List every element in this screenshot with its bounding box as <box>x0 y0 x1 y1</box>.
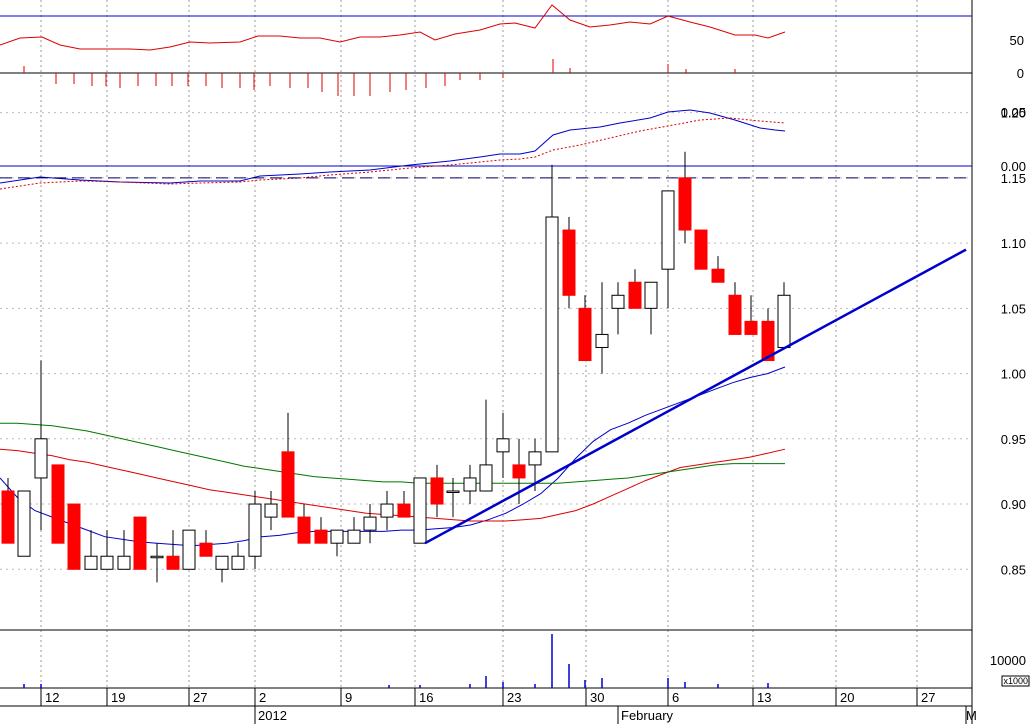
month-label: February <box>621 708 674 723</box>
candle-down <box>297 516 311 544</box>
candle-up <box>661 190 675 270</box>
candle-up <box>644 281 658 309</box>
candle-up <box>182 529 196 570</box>
price-tick-label: 1.10 <box>1001 236 1026 251</box>
x-tick-label: 13 <box>757 690 771 705</box>
candle-up <box>231 555 245 570</box>
candle-down <box>562 229 576 296</box>
price-tick-label: 0.95 <box>1001 432 1026 447</box>
x-tick-label: 30 <box>590 690 604 705</box>
moving-average-line <box>0 422 785 484</box>
x-tick-label: 23 <box>507 690 521 705</box>
candle-up <box>117 555 131 570</box>
candle-up <box>215 555 229 570</box>
price-tick-label: 0.90 <box>1001 497 1026 512</box>
candle-up <box>496 438 510 453</box>
candle-up <box>84 555 98 570</box>
x-tick-label: 2 <box>259 690 266 705</box>
candle-up <box>446 490 460 493</box>
candle-up <box>330 529 344 544</box>
oscillator-line <box>0 4 786 51</box>
candle-up <box>777 294 791 348</box>
candle-down <box>1 490 15 544</box>
candle-down <box>628 281 642 309</box>
candle-up <box>264 503 278 518</box>
candle-down <box>166 555 180 570</box>
price-tick-label: 0.85 <box>1001 562 1026 577</box>
candle-up <box>413 477 427 544</box>
grid-lines <box>0 0 972 706</box>
candle-up <box>347 529 361 544</box>
candle-down <box>430 477 444 505</box>
price-tick-label: 1.15 <box>1001 171 1026 186</box>
candle-down <box>281 451 295 518</box>
candle-down <box>314 529 328 544</box>
candle-up <box>100 555 114 570</box>
candle-down <box>694 229 708 270</box>
candle-down <box>512 464 526 479</box>
candle-down <box>397 503 411 518</box>
x-tick-label: 16 <box>419 690 433 705</box>
candle-up <box>17 490 31 557</box>
candle-down <box>678 177 692 231</box>
candle-up <box>595 333 609 348</box>
candle-down <box>578 307 592 362</box>
oscillator-tick-label: 0 <box>1017 66 1024 81</box>
month-label: 2012 <box>258 708 287 723</box>
candle-up <box>545 216 559 453</box>
x-tick-label: 9 <box>345 690 352 705</box>
candle-down <box>133 516 147 570</box>
candle-up <box>34 438 48 479</box>
candle-up <box>248 503 262 557</box>
x-tick-label: 27 <box>921 690 935 705</box>
candle-down <box>199 542 213 557</box>
candle-down <box>728 294 742 335</box>
price-tick-label: 1.20 <box>1001 106 1026 121</box>
month-label-edge: M <box>966 708 977 723</box>
candle-up <box>479 464 493 492</box>
volume-tick-label: 10000 <box>990 653 1026 668</box>
volume-panel <box>23 634 769 688</box>
panel-separators <box>0 0 973 724</box>
x-tick-label: 12 <box>45 690 59 705</box>
candle-down <box>67 503 81 570</box>
trendline <box>424 248 967 545</box>
price-tick-label: 1.00 <box>1001 367 1026 382</box>
candle-up <box>150 555 164 559</box>
oscillator-panel <box>0 4 972 73</box>
x-tick-label: 6 <box>672 690 679 705</box>
candle-down <box>51 464 65 544</box>
candle-up <box>463 477 477 492</box>
price-tick-label: 1.05 <box>1001 301 1026 316</box>
axis-labels: 5000.050.001.201.151.101.051.000.950.900… <box>45 33 1030 724</box>
candle-up <box>363 516 377 531</box>
candle-down <box>711 268 725 283</box>
macd-panel <box>0 73 972 190</box>
candle-down <box>744 320 758 335</box>
candle-up <box>528 451 542 466</box>
volume-multiplier-label: x1000 <box>1003 676 1028 686</box>
x-tick-label: 27 <box>193 690 207 705</box>
oscillator-tick-label: 50 <box>1010 33 1024 48</box>
candle-up <box>611 294 625 309</box>
moving-average-line <box>0 366 786 547</box>
x-tick-label: 19 <box>111 690 125 705</box>
price-panel <box>0 151 972 583</box>
x-tick-label: 20 <box>840 690 854 705</box>
candle-up <box>380 503 394 518</box>
macd-line <box>0 109 786 184</box>
stock-chart: 5000.050.001.201.151.101.051.000.950.900… <box>0 0 1030 724</box>
